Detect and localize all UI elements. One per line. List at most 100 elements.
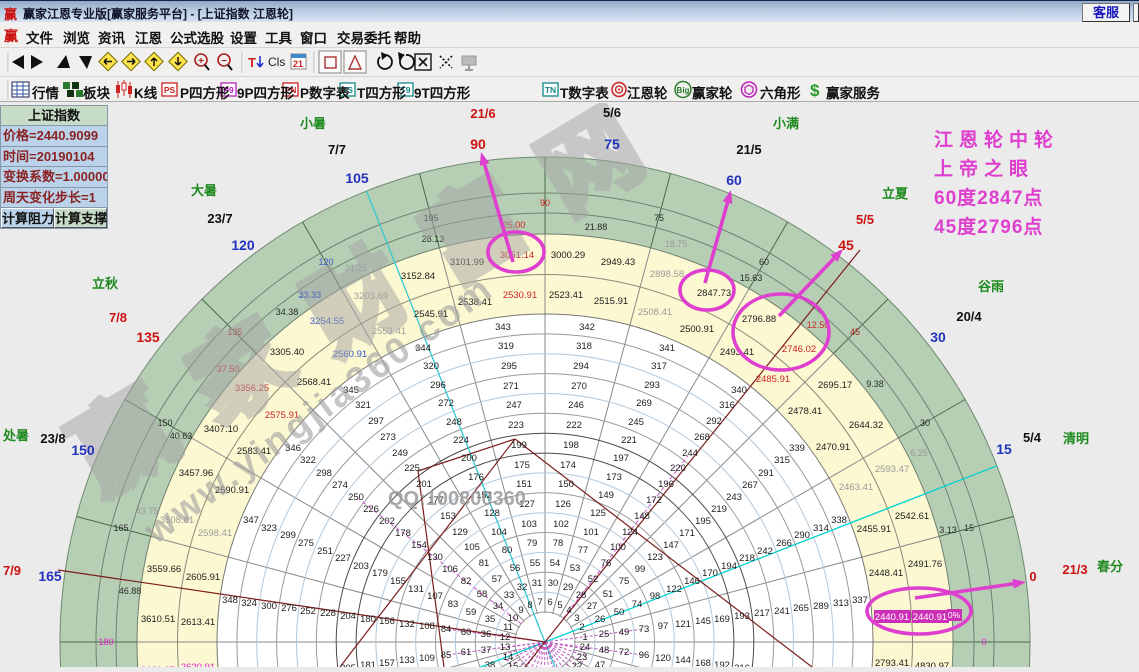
svg-text:0%: 0% [948,610,961,620]
svg-text:4830.97: 4830.97 [915,661,949,667]
svg-text:18.75: 18.75 [665,239,688,249]
svg-text:170: 170 [702,568,718,579]
svg-text:23/8: 23/8 [40,431,65,446]
svg-text:126: 126 [555,499,571,510]
svg-text:2847.73: 2847.73 [697,288,731,299]
svg-text:220: 220 [670,463,686,474]
svg-text:2598.41: 2598.41 [198,528,232,539]
svg-text:2542.61: 2542.61 [895,511,929,522]
svg-text:296: 296 [430,380,446,391]
svg-text:79: 79 [527,538,538,549]
svg-text:45: 45 [850,327,860,337]
svg-text:150: 150 [558,479,574,490]
svg-text:21/5: 21/5 [736,142,761,157]
svg-text:289: 289 [813,601,829,612]
svg-text:348: 348 [222,595,238,606]
svg-text:大暑: 大暑 [191,183,217,198]
svg-text:105: 105 [345,170,369,186]
svg-text:221: 221 [621,435,637,446]
svg-text:53: 53 [570,563,581,574]
svg-text:8: 8 [527,600,532,611]
svg-text:21: 21 [293,59,303,69]
svg-text:37: 37 [481,645,492,656]
svg-text:174: 174 [560,460,576,471]
svg-text:47: 47 [595,660,606,667]
svg-text:$: $ [810,81,820,100]
svg-text:80: 80 [502,545,513,556]
svg-text:147: 147 [663,540,679,551]
svg-text:7/7: 7/7 [328,142,346,157]
svg-text:90: 90 [470,136,486,152]
svg-text:2695.17: 2695.17 [818,380,852,391]
svg-text:202: 202 [379,516,395,527]
svg-text:324: 324 [241,598,257,609]
svg-text:204: 204 [340,611,356,622]
svg-text:200: 200 [461,453,477,464]
svg-text:6.25: 6.25 [910,448,928,458]
svg-text:60: 60 [461,627,472,638]
svg-text:2613.41: 2613.41 [181,617,215,628]
svg-text:77: 77 [578,545,589,556]
svg-text:Cls: Cls [268,55,285,69]
svg-text:75: 75 [604,136,620,152]
svg-text:165: 165 [38,568,62,584]
svg-text:81: 81 [479,558,490,569]
svg-text:5/4: 5/4 [1023,430,1042,445]
svg-text:205: 205 [340,663,356,667]
svg-text:179: 179 [372,568,388,579]
svg-text:337: 337 [852,595,868,606]
svg-text:274: 274 [332,480,348,491]
svg-text:222: 222 [566,420,582,431]
svg-text:处暑: 处暑 [2,428,29,443]
svg-text:243: 243 [726,492,742,503]
svg-text:292: 292 [706,416,722,427]
svg-text:267: 267 [742,480,758,491]
svg-text:25: 25 [599,629,610,640]
svg-text:23: 23 [577,652,588,663]
svg-text:347: 347 [243,515,259,526]
svg-text:157: 157 [379,658,395,667]
svg-text:34: 34 [493,601,504,612]
svg-text:56: 56 [510,563,521,574]
svg-text:15: 15 [964,523,974,533]
svg-text:60: 60 [726,172,742,188]
svg-text:−: − [221,56,227,67]
svg-text:2515.91: 2515.91 [594,296,628,307]
svg-text:276: 276 [281,603,297,614]
svg-text:3559.66: 3559.66 [147,564,181,575]
svg-text:2796.88: 2796.88 [742,314,776,325]
svg-text:109: 109 [419,653,435,664]
svg-text:9.38: 9.38 [866,379,884,389]
svg-text:169: 169 [714,614,730,625]
svg-text:27: 27 [587,601,598,612]
svg-text:218: 218 [739,553,755,564]
svg-text:269: 269 [636,398,652,409]
svg-text:2478.41: 2478.41 [788,406,822,417]
svg-text:181: 181 [360,660,376,667]
svg-text:2644.32: 2644.32 [849,420,883,431]
svg-text:3: 3 [574,613,579,624]
svg-text:343: 343 [495,322,511,333]
svg-text:2491.76: 2491.76 [908,559,942,570]
svg-text:2620.91: 2620.91 [181,662,215,667]
svg-text:72: 72 [619,647,630,658]
svg-text:316: 316 [719,400,735,411]
svg-text:2530.91: 2530.91 [503,290,537,301]
svg-text:340: 340 [731,385,747,396]
svg-text:245: 245 [628,417,644,428]
svg-text:150: 150 [71,442,95,458]
svg-text:54: 54 [550,558,561,569]
svg-text:31: 31 [532,578,543,589]
svg-text:26: 26 [595,614,606,625]
svg-text:120: 120 [655,653,671,664]
svg-text:36: 36 [481,629,492,640]
svg-text:270: 270 [571,381,587,392]
svg-text:178: 178 [395,528,411,539]
svg-text:297: 297 [368,416,384,427]
svg-text:103: 103 [521,519,537,530]
svg-text:江恩轮中轮: 江恩轮中轮 [934,128,1059,151]
svg-text:立秋: 立秋 [92,276,119,291]
svg-text:23/7: 23/7 [207,211,232,226]
svg-text:45度2796点: 45度2796点 [934,215,1043,238]
svg-text:15: 15 [996,441,1012,457]
